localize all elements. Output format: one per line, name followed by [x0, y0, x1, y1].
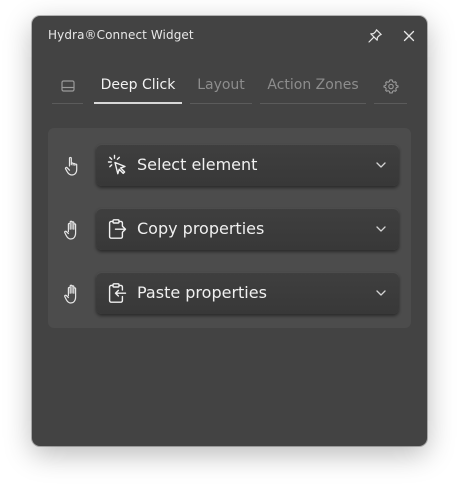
- dropdown-label: Paste properties: [137, 283, 267, 302]
- dropdown-label: Select element: [137, 155, 258, 174]
- tab-deep-click[interactable]: Deep Click: [94, 74, 182, 104]
- chevron-down-icon: [376, 162, 386, 168]
- widget-window: Hydra®Connect Widget Deep Click Layout A…: [32, 16, 427, 446]
- hand-open-icon: [64, 284, 77, 304]
- hand-pointing-icon: [64, 156, 78, 176]
- drag-handle[interactable]: [62, 154, 84, 178]
- window-title: Hydra®Connect Widget: [48, 28, 194, 42]
- tab-underline-active: [94, 102, 182, 104]
- tab-bar: Deep Click Layout Action Zones: [52, 74, 407, 104]
- tab-underline: [190, 103, 252, 104]
- tab-underline: [260, 103, 366, 104]
- pointer-click-icon: [107, 154, 126, 175]
- page: Hydra®Connect Widget Deep Click Layout A…: [0, 0, 459, 494]
- tab-label: Action Zones: [267, 77, 359, 93]
- paste-properties-dropdown[interactable]: Paste properties: [96, 272, 399, 314]
- pin-icon: [368, 29, 382, 43]
- hand-open-icon: [64, 220, 77, 240]
- action-row-select-element: Select element: [48, 144, 411, 188]
- tab-settings[interactable]: [374, 74, 407, 104]
- tab-keyboard-panel[interactable]: [52, 74, 83, 104]
- keyboard-panel-icon: [60, 80, 75, 92]
- tab-label: Layout: [197, 77, 245, 93]
- tab-action-zones[interactable]: Action Zones: [260, 74, 366, 104]
- gear-icon: [382, 79, 399, 94]
- tab-layout[interactable]: Layout: [190, 74, 252, 104]
- close-icon: [403, 30, 415, 42]
- drag-handle[interactable]: [62, 218, 84, 242]
- title-bar[interactable]: Hydra®Connect Widget: [32, 16, 427, 56]
- copy-properties-dropdown[interactable]: Copy properties: [96, 208, 399, 250]
- clipboard-export-icon: [108, 219, 127, 239]
- tab-label: Deep Click: [100, 77, 176, 93]
- dropdown-label: Copy properties: [137, 219, 265, 238]
- pin-button[interactable]: [365, 26, 385, 46]
- action-row-paste-properties: Paste properties: [48, 272, 411, 316]
- select-element-dropdown[interactable]: Select element: [96, 144, 399, 186]
- chevron-down-icon: [376, 226, 386, 232]
- tab-underline: [52, 103, 83, 104]
- actions-panel: Select element Copy properties Paste pro…: [48, 128, 411, 328]
- chevron-down-icon: [376, 290, 386, 296]
- close-button[interactable]: [399, 26, 419, 46]
- drag-handle[interactable]: [62, 282, 84, 306]
- action-row-copy-properties: Copy properties: [48, 208, 411, 252]
- clipboard-import-icon: [108, 283, 127, 303]
- tab-underline: [374, 103, 407, 104]
